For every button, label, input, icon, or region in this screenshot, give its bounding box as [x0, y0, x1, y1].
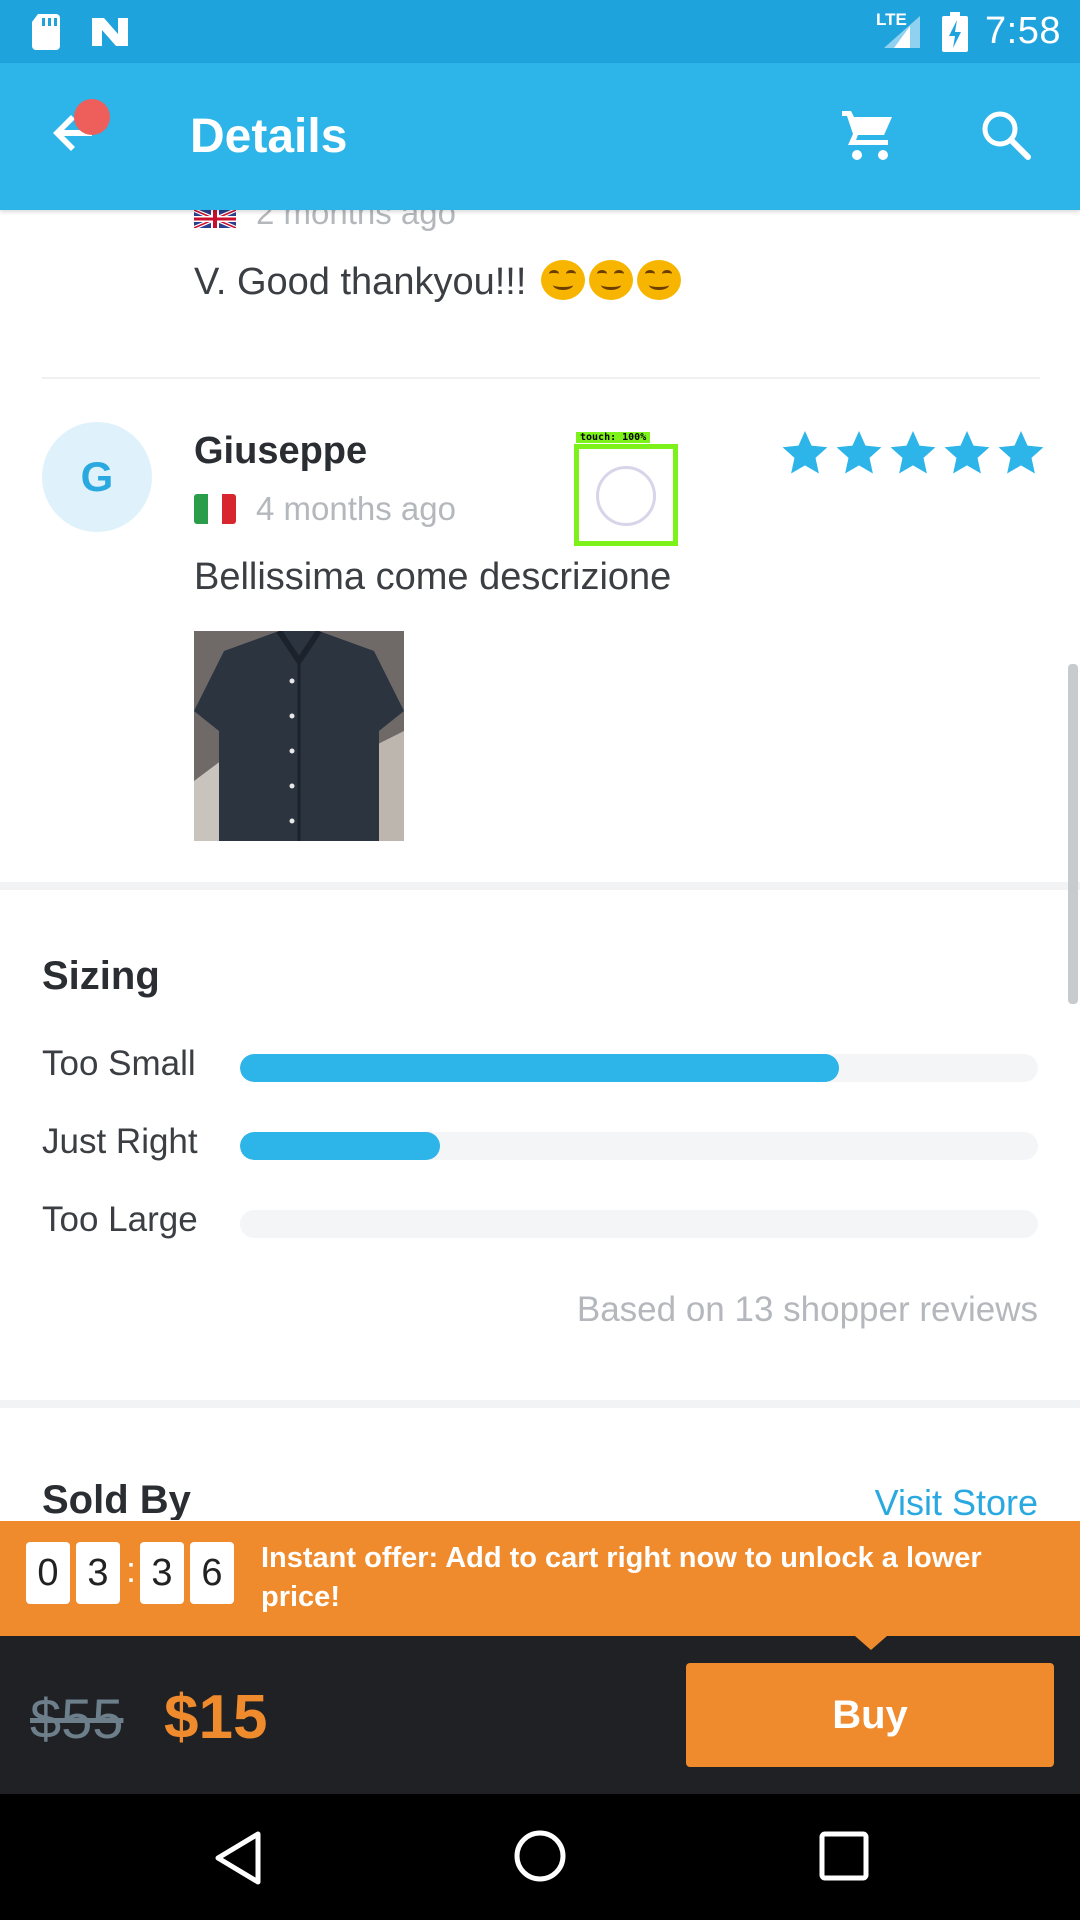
nav-back-icon[interactable] [210, 1828, 266, 1888]
size-bar-track [240, 1132, 1038, 1160]
instant-offer-banner[interactable]: 0 3 : 3 6 Instant offer: Add to cart rig… [0, 1521, 1080, 1636]
section-separator [0, 882, 1080, 890]
size-row-too-large: Too Large [42, 1200, 1038, 1240]
reviewer-name: Giuseppe [194, 430, 368, 472]
size-row-just-right: Just Right [42, 1122, 1038, 1162]
sizing-title: Sizing [42, 954, 160, 998]
size-label: Too Small [42, 1044, 196, 1083]
visit-store-link[interactable]: Visit Store [875, 1482, 1038, 1520]
original-price: $55 [30, 1687, 124, 1750]
system-nav-bar [0, 1794, 1080, 1920]
battery-charging-icon [942, 12, 968, 52]
timer-colon: : [126, 1549, 137, 1590]
clock: 7:58 [985, 10, 1061, 52]
size-bar-track [240, 1210, 1038, 1238]
timer-digit: 0 [26, 1542, 70, 1604]
touch-overlay-label: touch: 100% [576, 432, 651, 443]
nav-recents-icon[interactable] [816, 1828, 872, 1884]
star-icon [890, 431, 936, 474]
review-time: 4 months ago [256, 490, 456, 527]
status-bar: LTE 7:58 [0, 0, 1080, 63]
rating-stars [780, 428, 1046, 478]
timer-digit: 6 [190, 1542, 234, 1604]
section-separator [0, 1400, 1080, 1408]
star-icon [998, 431, 1044, 474]
cart-icon[interactable] [838, 105, 898, 165]
signal-icon [884, 16, 920, 48]
notification-n-icon [92, 18, 128, 46]
size-bar-track [240, 1054, 1038, 1082]
buy-button[interactable]: Buy [686, 1663, 1054, 1767]
size-bar-fill [240, 1132, 440, 1160]
nav-home-icon[interactable] [512, 1828, 568, 1884]
review-text: Bellissima come descrizione [194, 556, 672, 598]
size-label: Just Right [42, 1122, 198, 1161]
smile-emoji-icon [588, 260, 633, 300]
size-bar-fill [240, 1054, 839, 1082]
size-label: Too Large [42, 1200, 198, 1239]
timer-digit: 3 [140, 1542, 184, 1604]
star-icon [836, 431, 882, 474]
avatar: G [42, 422, 152, 532]
scrollbar[interactable] [1068, 664, 1078, 1004]
review-time: 2 months ago [256, 210, 456, 231]
star-icon [782, 431, 828, 474]
app-bar: Details [0, 63, 1080, 210]
sold-by-title: Sold By [42, 1478, 191, 1520]
search-icon[interactable] [976, 105, 1036, 165]
sd-card-icon [32, 14, 60, 50]
page-title: Details [190, 110, 348, 163]
review-photo[interactable] [194, 631, 404, 841]
italy-flag-icon [194, 494, 236, 524]
divider [42, 377, 1040, 379]
review-text: V. Good thankyou!!! [194, 260, 681, 304]
smile-emoji-icon [540, 260, 585, 300]
shirt-photo-image [194, 631, 404, 841]
smile-emoji-icon [636, 260, 681, 300]
sale-price: $15 [164, 1683, 268, 1752]
uk-flag-icon [194, 210, 236, 228]
star-icon [944, 431, 990, 474]
offer-text: Instant offer: Add to cart right now to … [261, 1542, 982, 1613]
size-row-too-small: Too Small [42, 1044, 1038, 1084]
notification-badge [74, 99, 110, 135]
sizing-note: Based on 13 shopper reviews [576, 1290, 1038, 1329]
touch-indicator-circle [596, 466, 656, 526]
timer-digit: 3 [76, 1542, 120, 1604]
review-text-content: V. Good thankyou!!! [194, 261, 527, 303]
content-scroll[interactable]: 2 months ago V. Good thankyou!!! G Giuse… [0, 210, 1080, 1520]
offer-pointer [855, 1636, 887, 1650]
buy-bar: $55 $15 Buy [0, 1636, 1080, 1794]
